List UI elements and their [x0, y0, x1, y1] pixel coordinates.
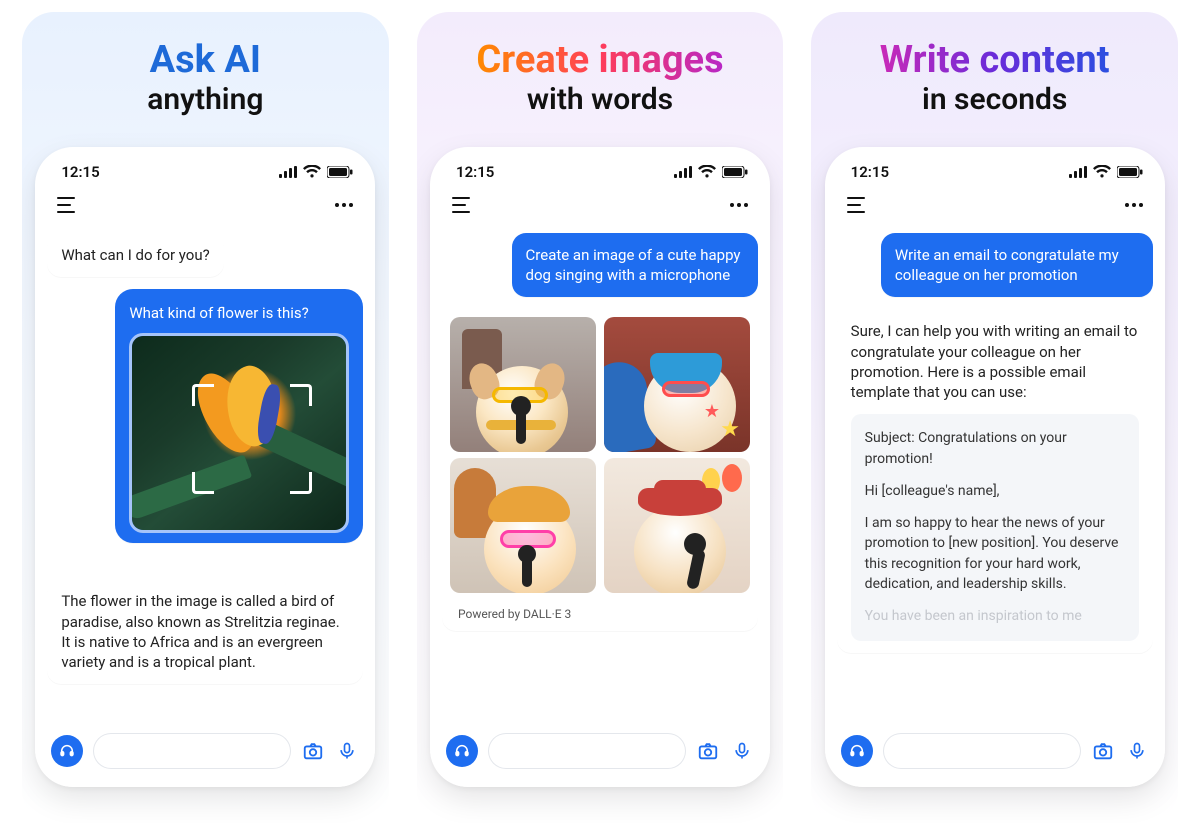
email-body: I am so happy to hear the news of your p…	[865, 513, 1125, 594]
menu-icon[interactable]	[57, 197, 77, 213]
status-icons	[674, 165, 748, 178]
headline-sub: anything	[147, 82, 263, 117]
attached-image[interactable]	[129, 333, 349, 533]
ai-message: Sure, I can help you with writing an ema…	[837, 309, 1153, 652]
input-bar	[35, 729, 375, 787]
ai-message-text: Sure, I can help you with writing an ema…	[851, 321, 1139, 402]
status-time: 12:15	[851, 163, 889, 181]
headset-icon[interactable]	[51, 735, 83, 767]
ai-message: The flower in the image is called a bird…	[47, 579, 363, 684]
phone-mock: 12:15 Write an email to congratulate my …	[825, 147, 1165, 787]
image-caption: Powered by DALL·E 3	[450, 599, 750, 625]
generated-image[interactable]	[450, 458, 596, 593]
promo-panel-create-images: Create images with words 12:15 Create an…	[417, 12, 784, 823]
status-bar: 12:15	[825, 147, 1165, 187]
cellular-signal-icon	[279, 166, 297, 178]
menu-icon[interactable]	[452, 197, 472, 213]
headset-icon[interactable]	[841, 735, 873, 767]
more-icon[interactable]	[1125, 203, 1143, 207]
status-bar: 12:15	[430, 147, 770, 187]
wifi-icon	[303, 165, 321, 178]
message-input[interactable]	[93, 733, 291, 769]
nav-bar	[825, 187, 1165, 227]
headline-sub: with words	[476, 82, 723, 117]
more-icon[interactable]	[335, 203, 353, 207]
headline-big: Create images	[476, 40, 723, 82]
wifi-icon	[1093, 165, 1111, 178]
battery-icon	[722, 166, 748, 178]
phone-mock: 12:15 What can I do for you? What kind o…	[35, 147, 375, 787]
promo-panel-ask-ai: Ask AI anything 12:15 What can I do for …	[22, 12, 389, 823]
promo-panel-write-content: Write content in seconds 12:15 Write an …	[811, 12, 1178, 823]
phone-mock: 12:15 Create an image of a cute happy do…	[430, 147, 770, 787]
status-icons	[279, 165, 353, 178]
headline: Write content in seconds	[880, 40, 1110, 117]
user-message: Create an image of a cute happy dog sing…	[512, 233, 758, 298]
scan-frame-icon	[192, 384, 312, 494]
status-time: 12:15	[61, 163, 99, 181]
camera-icon[interactable]	[696, 739, 720, 763]
email-greeting: Hi [colleague's name],	[865, 481, 1125, 501]
battery-icon	[1117, 166, 1143, 178]
user-message: Write an email to congratulate my collea…	[881, 233, 1153, 298]
user-message-text: What kind of flower is this?	[129, 303, 349, 323]
headline: Create images with words	[476, 40, 723, 117]
more-icon[interactable]	[730, 203, 748, 207]
battery-icon	[327, 166, 353, 178]
camera-icon[interactable]	[1091, 739, 1115, 763]
microphone-icon[interactable]	[730, 739, 754, 763]
nav-bar	[35, 187, 375, 227]
user-message-with-image: What kind of flower is this?	[115, 289, 363, 543]
ai-message: What can I do for you?	[47, 233, 223, 277]
email-template: Subject: Congratulations on your promoti…	[851, 414, 1139, 640]
headline: Ask AI anything	[147, 40, 263, 117]
messages: Create an image of a cute happy dog sing…	[430, 227, 770, 729]
status-icons	[1069, 165, 1143, 178]
wifi-icon	[698, 165, 716, 178]
nav-bar	[430, 187, 770, 227]
microphone-icon[interactable]	[335, 739, 359, 763]
message-input[interactable]	[883, 733, 1081, 769]
generated-image[interactable]	[450, 317, 596, 452]
generated-image-grid: ★ ★	[442, 309, 758, 631]
cellular-signal-icon	[674, 166, 692, 178]
message-input[interactable]	[488, 733, 686, 769]
input-bar	[825, 729, 1165, 787]
status-bar: 12:15	[35, 147, 375, 187]
headline-big: Ask AI	[147, 40, 263, 82]
headset-icon[interactable]	[446, 735, 478, 767]
headline-sub: in seconds	[880, 82, 1110, 117]
email-subject: Subject: Congratulations on your promoti…	[865, 428, 1125, 469]
generated-image[interactable]	[604, 458, 750, 593]
microphone-icon[interactable]	[1125, 739, 1149, 763]
email-body-fade: You have been an inspiration to me	[865, 606, 1125, 626]
messages: Write an email to congratulate my collea…	[825, 227, 1165, 729]
headline-big: Write content	[880, 40, 1110, 82]
generated-image[interactable]: ★ ★	[604, 317, 750, 452]
cellular-signal-icon	[1069, 166, 1087, 178]
status-time: 12:15	[456, 163, 494, 181]
menu-icon[interactable]	[847, 197, 867, 213]
camera-icon[interactable]	[301, 739, 325, 763]
messages: What can I do for you? What kind of flow…	[35, 227, 375, 729]
input-bar	[430, 729, 770, 787]
